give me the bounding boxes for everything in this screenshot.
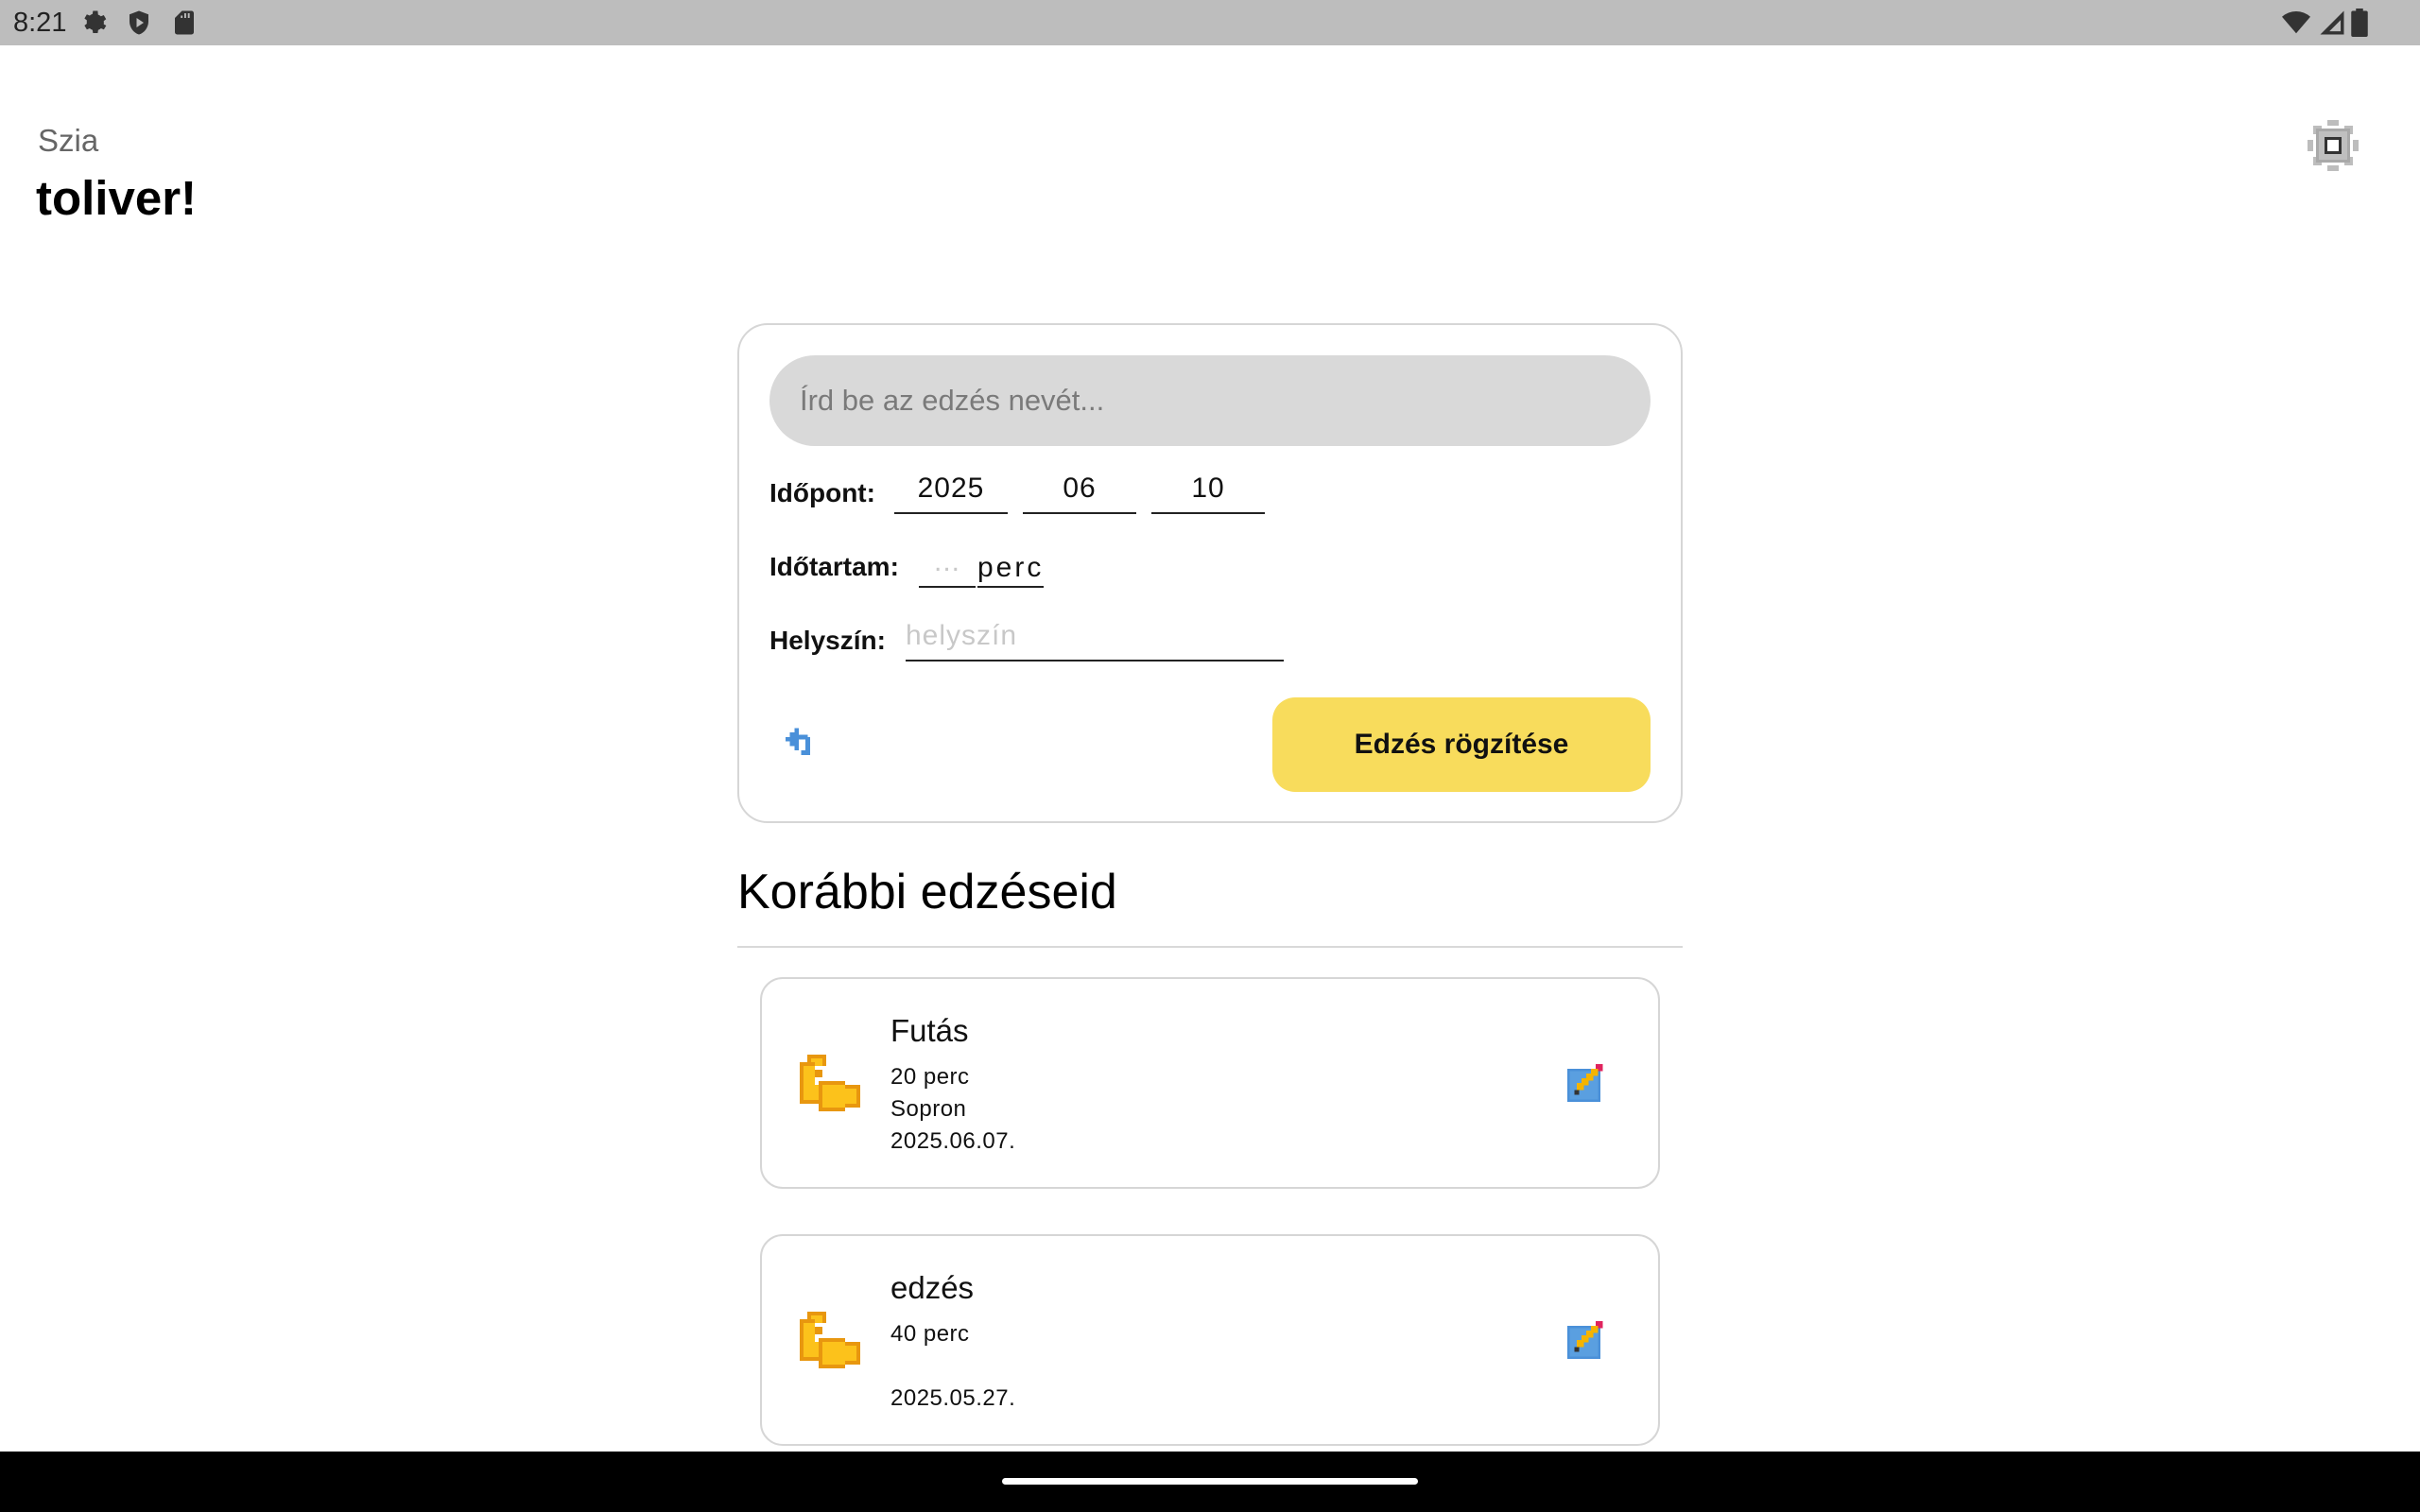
battery-icon [2351,9,2368,37]
workout-date: 2025.05.27. [890,1385,1016,1411]
workout-location: Sopron [890,1096,967,1122]
signal-icon [2320,10,2344,35]
location-label: Helyszín: [769,626,886,655]
edit-icon[interactable] [1567,1321,1605,1359]
home-gesture-handle[interactable] [1002,1478,1418,1485]
date-month-field[interactable] [1023,465,1136,514]
sd-card-icon [175,10,194,35]
new-workout-card: Időpont: Időtartam: perc Helyszín: Edzés… [737,323,1683,823]
workout-date: 2025.06.07. [890,1128,1016,1154]
date-year-field[interactable] [894,465,1008,514]
wifi-icon [2282,11,2310,34]
status-bar: 8:21 [0,0,2420,45]
undo-icon[interactable] [781,726,817,762]
workout-card[interactable]: edzés 40 perc 2025.05.27. [760,1234,1660,1446]
date-label: Időpont: [769,478,875,507]
save-workout-button[interactable]: Edzés rögzítése [1272,697,1651,792]
greeting-label: Szia [38,123,99,158]
duration-field[interactable] [919,539,976,588]
edit-icon[interactable] [1567,1064,1605,1102]
navigation-bar [0,1452,2420,1512]
workout-duration: 40 perc [890,1321,970,1347]
workout-title: edzés [890,1270,975,1305]
location-field[interactable] [906,612,1284,662]
duration-label: Időtartam: [769,552,899,581]
flexed-biceps-icon [800,1312,860,1368]
workout-duration: 20 perc [890,1064,970,1090]
gear-icon[interactable] [2305,117,2361,174]
workout-title: Futás [890,1013,969,1048]
username-heading: toliver! [36,171,198,225]
workout-name-input[interactable] [769,355,1651,446]
shield-play-icon [130,10,148,35]
status-time: 8:21 [13,8,67,38]
flexed-biceps-icon [800,1055,860,1111]
history-title: Korábbi edzéseid [737,865,1117,919]
workout-card[interactable]: Futás 20 perc Sopron 2025.06.07. [760,977,1660,1189]
date-day-field[interactable] [1151,465,1265,514]
duration-unit-label: perc [977,552,1045,588]
history-divider [737,946,1683,948]
settings-icon [84,10,107,33]
